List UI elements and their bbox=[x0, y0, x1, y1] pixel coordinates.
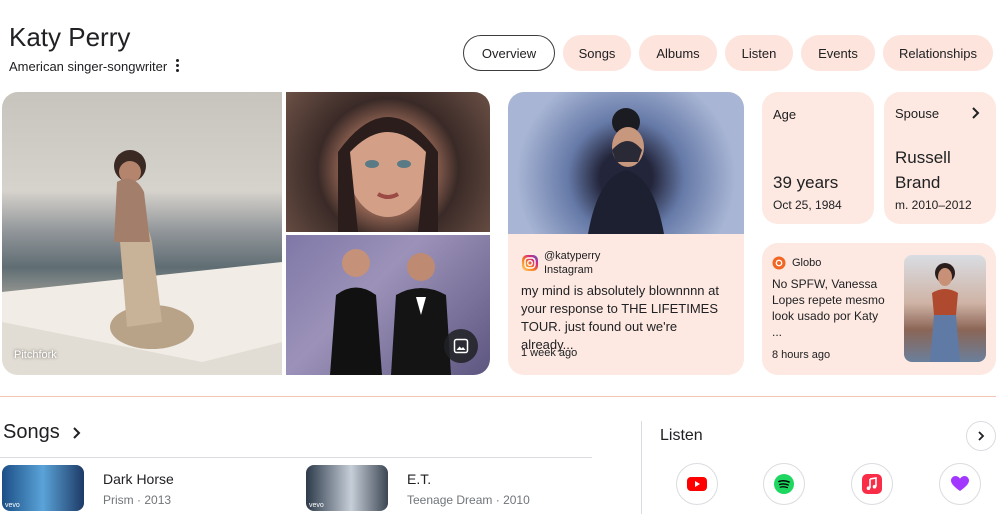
deezer-icon bbox=[951, 476, 969, 491]
spotify-icon bbox=[774, 474, 794, 494]
chevron-right-icon bbox=[978, 431, 985, 441]
news-thumbnail-illustration bbox=[930, 263, 960, 362]
chevron-right-icon bbox=[972, 107, 980, 119]
song-thumbnail: vevo bbox=[306, 465, 388, 511]
birth-date: Oct 25, 1984 bbox=[773, 198, 842, 212]
tab-listen[interactable]: Listen bbox=[725, 35, 793, 71]
song-year: 2013 bbox=[144, 493, 172, 507]
red-carpet-photo[interactable] bbox=[286, 235, 490, 375]
news-headline-ellipsis: ... bbox=[772, 325, 783, 339]
song-album-name: Prism bbox=[103, 493, 134, 507]
news-card[interactable]: Globo No SPFW, Vanessa Lopes repete mesm… bbox=[762, 243, 996, 375]
song-year: 2010 bbox=[503, 493, 530, 507]
song-thumbnail: vevo bbox=[2, 465, 84, 511]
page-subtitle: American singer-songwriter bbox=[9, 59, 168, 74]
section-divider bbox=[0, 396, 996, 397]
spouse-name-line2: Brand bbox=[895, 173, 941, 192]
spouse-label: Spouse bbox=[895, 106, 940, 121]
more-options-icon[interactable] bbox=[170, 56, 184, 74]
news-thumbnail bbox=[904, 255, 986, 362]
image-icon bbox=[453, 338, 469, 354]
song-album: Prism · 2013 bbox=[103, 493, 172, 507]
instagram-post-time: 1 week ago bbox=[521, 347, 578, 359]
listen-heading: Listen bbox=[660, 427, 703, 444]
apple-music-button[interactable] bbox=[851, 463, 893, 505]
tab-relationships[interactable]: Relationships bbox=[883, 35, 993, 71]
song-title: E.T. bbox=[407, 471, 432, 487]
news-source: Globo bbox=[792, 257, 822, 269]
songs-heading[interactable]: Songs bbox=[3, 421, 83, 444]
vevo-label: vevo bbox=[309, 502, 324, 509]
age-card[interactable]: Age 39 years Oct 25, 1984 bbox=[762, 92, 874, 224]
songs-divider bbox=[0, 457, 592, 458]
portrait-illustration bbox=[338, 117, 438, 232]
section-vertical-divider bbox=[641, 421, 642, 514]
tab-events[interactable]: Events bbox=[801, 35, 875, 71]
spouse-card[interactable]: Spouse Russell Brand m. 2010–2012 bbox=[884, 92, 996, 224]
news-time: 8 hours ago bbox=[772, 349, 831, 361]
news-headline: No SPFW, Vanessa Lopes repete mesmo look… bbox=[772, 276, 902, 340]
page-title: Katy Perry bbox=[9, 22, 131, 52]
spouse-name-line1: Russell bbox=[895, 148, 951, 167]
youtube-icon bbox=[687, 477, 707, 491]
instagram-platform: Instagram bbox=[544, 264, 593, 276]
song-album-name: Teenage Dream bbox=[407, 493, 493, 507]
age-value: 39 years bbox=[773, 173, 839, 192]
listen-next-button[interactable] bbox=[966, 421, 996, 451]
instagram-handle: @katyperry bbox=[544, 250, 601, 262]
age-label: Age bbox=[773, 107, 797, 122]
chevron-right-icon bbox=[73, 427, 81, 439]
instagram-post-image bbox=[508, 92, 744, 234]
view-images-button[interactable] bbox=[444, 329, 478, 363]
tab-songs[interactable]: Songs bbox=[563, 35, 631, 71]
song-title: Dark Horse bbox=[103, 471, 174, 487]
news-headline-text: No SPFW, Vanessa Lopes repete mesmo look… bbox=[772, 277, 885, 323]
tab-bar: Overview Songs Albums Listen Events Rela… bbox=[463, 35, 993, 71]
songs-heading-text: Songs bbox=[3, 421, 60, 443]
apple-music-icon bbox=[862, 474, 882, 494]
instagram-post-card[interactable]: @katyperry Instagram my mind is absolute… bbox=[508, 92, 744, 375]
post-photo-illustration bbox=[588, 108, 664, 234]
vevo-label: vevo bbox=[5, 502, 20, 509]
boat-photo-illustration bbox=[2, 150, 282, 375]
instagram-icon bbox=[522, 255, 538, 271]
image-source-label: Pitchfork bbox=[14, 349, 57, 361]
deezer-button[interactable] bbox=[939, 463, 981, 505]
boat-photo[interactable]: Pitchfork bbox=[2, 92, 282, 375]
song-album: Teenage Dream · 2010 bbox=[407, 493, 530, 507]
tab-albums[interactable]: Albums bbox=[639, 35, 717, 71]
spotify-button[interactable] bbox=[763, 463, 805, 505]
globo-icon bbox=[772, 256, 786, 270]
tab-overview[interactable]: Overview bbox=[463, 35, 555, 71]
instagram-post-text: my mind is absolutely blownnnn at your r… bbox=[521, 283, 719, 352]
youtube-button[interactable] bbox=[676, 463, 718, 505]
marriage-years: m. 2010–2012 bbox=[895, 198, 972, 212]
portrait-photo[interactable] bbox=[286, 92, 490, 232]
image-collage: Pitchfork bbox=[2, 92, 490, 375]
